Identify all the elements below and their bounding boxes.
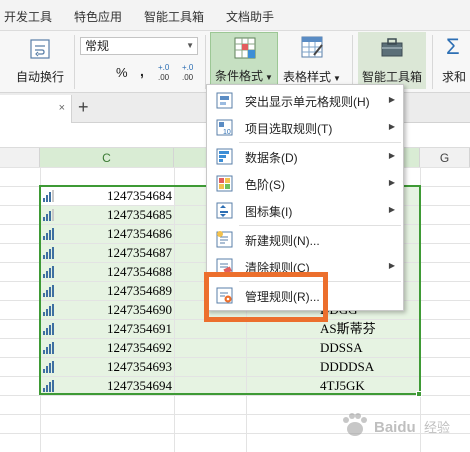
svg-text:+.0: +.0 [182, 63, 194, 72]
new-tab-button[interactable]: + [78, 97, 89, 118]
menu-item-highlight-cell-rules[interactable]: 突出显示单元格规则(H) ▶ [207, 87, 403, 114]
conditional-format-button[interactable]: 条件格式 ▼ [210, 32, 278, 89]
highlight-rules-icon [216, 92, 233, 109]
svg-text:+.0: +.0 [158, 63, 170, 72]
comma-style-button[interactable]: , [140, 63, 144, 79]
conditional-format-label: 条件格式 [215, 69, 264, 83]
menu-item-label: 突出显示单元格规则(H) [245, 95, 370, 109]
ribbon-divider [352, 35, 353, 89]
menu-item-color-scales[interactable]: 色阶(S) ▶ [207, 170, 403, 197]
data-bars-icon [216, 148, 233, 165]
smart-toolbox-label: 智能工具箱 [361, 70, 422, 84]
chevron-down-icon: ▼ [265, 73, 273, 82]
wrap-text-button[interactable]: 自动换行 [10, 33, 70, 89]
table-style-button[interactable]: 表格样式 ▼ [280, 32, 344, 89]
percent-button[interactable]: % [116, 65, 128, 80]
ribbon-divider [432, 35, 433, 89]
grid-row-line [0, 395, 470, 396]
chevron-right-icon: ▶ [388, 261, 395, 270]
menu-item-top-bottom-rules[interactable]: 10 项目选取规则(T) ▶ [207, 114, 403, 141]
tab-document-assistant[interactable]: 文档助手 [226, 8, 274, 25]
top-bottom-rules-icon: 10 [216, 119, 233, 136]
menu-item-label: 项目选取规则(T) [245, 122, 333, 136]
tab-developer-tools[interactable]: 开发工具 [4, 8, 52, 25]
chevron-right-icon: ▶ [388, 95, 395, 104]
menu-item-data-bars[interactable]: 数据条(D) ▶ [207, 143, 403, 170]
color-scales-icon [216, 175, 233, 192]
toolbox-icon [381, 38, 403, 57]
menu-item-new-rule[interactable]: 新建规则(N)... [207, 226, 403, 253]
wrap-text-label: 自动换行 [15, 70, 64, 84]
manage-rules-highlight [204, 272, 328, 322]
menu-item-icon-sets[interactable]: 图标集(I) ▶ [207, 197, 403, 224]
chevron-right-icon: ▶ [388, 205, 395, 214]
decrease-decimal-icon[interactable]: +.0 .00 [182, 61, 200, 83]
menu-item-label: 新建规则(N)... [245, 234, 320, 248]
ribbon-divider [205, 35, 206, 89]
ribbon-divider [74, 35, 75, 89]
menu-item-label: 图标集(I) [245, 205, 293, 219]
column-header-g[interactable]: G [420, 148, 470, 168]
table-style-label: 表格样式 [283, 70, 332, 84]
chevron-right-icon: ▶ [388, 151, 395, 160]
baidu-jingyan-watermark: Baidu 经验 [343, 413, 450, 436]
svg-text:.00: .00 [158, 73, 170, 82]
sigma-icon: Σ [446, 34, 460, 59]
column-header-c[interactable]: C [40, 148, 174, 168]
sum-button[interactable]: Σ 求和 [438, 32, 470, 89]
svg-text:10: 10 [223, 129, 231, 136]
fill-handle[interactable] [416, 391, 422, 397]
menu-item-label: 色阶(S) [245, 178, 285, 192]
svg-text:.00: .00 [182, 73, 194, 82]
close-icon[interactable]: × [59, 102, 65, 114]
document-tab[interactable]: × [0, 95, 72, 123]
menu-item-label: 数据条(D) [245, 151, 298, 165]
tab-smart-toolbox[interactable]: 智能工具箱 [144, 8, 204, 25]
column-header-blank [0, 148, 40, 168]
wrap-text-icon [30, 39, 50, 59]
icon-sets-icon [216, 202, 233, 219]
increase-decimal-icon[interactable]: +.0 .00 [158, 61, 176, 83]
chevron-down-icon: ▼ [186, 41, 194, 50]
tab-special-features[interactable]: 特色应用 [74, 8, 122, 25]
chevron-right-icon: ▶ [388, 122, 395, 131]
new-rule-icon [216, 231, 233, 248]
svg-text:Baidu: Baidu [374, 419, 416, 436]
svg-text:经验: 经验 [424, 420, 450, 436]
number-format-value: 常规 [85, 39, 110, 53]
smart-toolbox-button[interactable]: 智能工具箱 [358, 32, 426, 89]
conditional-format-icon [234, 37, 256, 59]
table-style-icon [301, 36, 323, 58]
chevron-right-icon: ▶ [388, 178, 395, 187]
number-format-select[interactable]: 常规 ▼ [80, 37, 198, 55]
ribbon-tab-bar: 开发工具 特色应用 智能工具箱 文档助手 [0, 0, 470, 31]
chevron-down-icon: ▼ [333, 74, 341, 83]
sum-label: 求和 [442, 70, 467, 84]
